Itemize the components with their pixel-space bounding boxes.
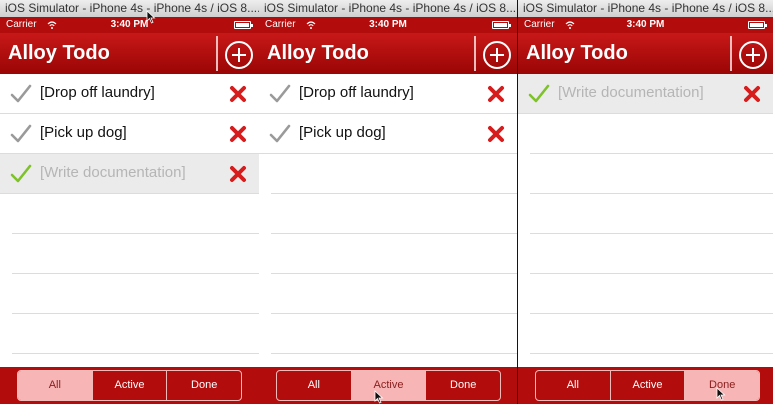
todo-row[interactable]: [Pick up dog] [259, 114, 517, 154]
filter-all-tab[interactable]: All [18, 371, 93, 400]
nav-bar: Alloy Todo [518, 33, 773, 75]
filter-active-tab[interactable]: Active [93, 371, 168, 400]
filter-segmented-control: All Active Done [535, 370, 760, 401]
battery-icon [748, 21, 767, 29]
empty-row [530, 314, 773, 354]
status-bar: Carrier 3:40 PM [518, 17, 773, 33]
status-time: 3:40 PM [626, 19, 665, 30]
filter-all-tab[interactable]: All [536, 371, 611, 400]
checkmark-icon[interactable] [528, 83, 550, 105]
simulator-panel: iOS Simulator - iPhone 4s - iPhone 4s / … [0, 0, 259, 404]
delete-icon[interactable] [229, 85, 247, 103]
nav-bar: Alloy Todo [0, 33, 259, 75]
nav-divider [474, 36, 476, 71]
filter-active-tab[interactable]: Active [351, 371, 427, 400]
todo-row[interactable]: [Drop off laundry] [259, 74, 517, 114]
empty-row [12, 274, 259, 314]
simulator-panel: iOS Simulator - iPhone 4s - iPhone 4s / … [259, 0, 517, 404]
todo-label: [Pick up dog] [40, 124, 127, 141]
nav-bar: Alloy Todo [259, 33, 517, 75]
window-title: iOS Simulator - iPhone 4s - iPhone 4s / … [523, 1, 773, 15]
empty-row [530, 114, 773, 154]
empty-row [271, 274, 517, 314]
empty-row [530, 274, 773, 314]
empty-row [12, 194, 259, 234]
add-todo-button[interactable] [225, 41, 253, 69]
checkmark-icon[interactable] [269, 83, 291, 105]
todo-row[interactable]: [Drop off laundry] [0, 74, 259, 114]
checkmark-icon[interactable] [10, 163, 32, 185]
filter-bar: All Active Done [518, 367, 773, 404]
todo-label: [Drop off laundry] [299, 84, 414, 101]
todo-row[interactable]: [Write documentation] [0, 154, 259, 194]
filter-bar: All Active Done [259, 367, 517, 404]
filter-active-tab[interactable]: Active [611, 371, 686, 400]
battery-icon [492, 21, 511, 29]
todo-label: [Pick up dog] [299, 124, 386, 141]
battery-icon [234, 21, 253, 29]
delete-icon[interactable] [487, 85, 505, 103]
empty-row [12, 234, 259, 274]
nav-divider [216, 36, 218, 71]
todo-list: [Drop off laundry] [Pick up dog] [Write do… [0, 74, 259, 394]
checkmark-icon[interactable] [269, 123, 291, 145]
mouse-cursor-icon [146, 10, 156, 24]
add-todo-button[interactable] [483, 41, 511, 69]
checkmark-icon[interactable] [10, 83, 32, 105]
mouse-cursor-icon [374, 390, 384, 404]
mouse-cursor-icon [716, 387, 726, 401]
status-bar: Carrier 3:40 PM [0, 17, 259, 33]
delete-icon[interactable] [229, 165, 247, 183]
app-title: Alloy Todo [267, 42, 369, 64]
filter-bar: All Active Done [0, 367, 259, 404]
todo-list: [Write documentation] [518, 74, 773, 394]
app-title: Alloy Todo [526, 42, 628, 64]
status-time: 3:40 PM [369, 19, 407, 30]
filter-done-tab[interactable]: Done [426, 371, 500, 400]
empty-row [530, 154, 773, 194]
empty-row [271, 154, 517, 194]
empty-row [271, 314, 517, 354]
app-title: Alloy Todo [8, 42, 110, 64]
status-time: 3:40 PM [110, 19, 149, 30]
delete-icon[interactable] [229, 125, 247, 143]
todo-label: [Write documentation] [558, 84, 704, 101]
empty-row [271, 194, 517, 234]
todo-row[interactable]: [Write documentation] [518, 74, 773, 114]
window-title-bar[interactable]: iOS Simulator - iPhone 4s - iPhone 4s / … [0, 0, 259, 18]
checkmark-icon[interactable] [10, 123, 32, 145]
empty-row [271, 234, 517, 274]
todo-list: [Drop off laundry] [Pick up dog] [259, 74, 517, 394]
status-bar: Carrier 3:40 PM [259, 17, 517, 33]
add-todo-button[interactable] [739, 41, 767, 69]
todo-label: [Drop off laundry] [40, 84, 155, 101]
todo-label: [Write documentation] [40, 164, 186, 181]
delete-icon[interactable] [487, 125, 505, 143]
filter-segmented-control: All Active Done [17, 370, 242, 401]
window-title-bar[interactable]: iOS Simulator - iPhone 4s - iPhone 4s / … [259, 0, 517, 18]
empty-row [12, 314, 259, 354]
filter-done-tab[interactable]: Done [167, 371, 241, 400]
todo-row[interactable]: [Pick up dog] [0, 114, 259, 154]
delete-icon[interactable] [743, 85, 761, 103]
empty-row [530, 234, 773, 274]
window-title: iOS Simulator - iPhone 4s - iPhone 4s / … [264, 1, 517, 15]
window-title-bar[interactable]: iOS Simulator - iPhone 4s - iPhone 4s / … [518, 0, 773, 18]
empty-row [530, 194, 773, 234]
nav-divider [730, 36, 732, 71]
filter-all-tab[interactable]: All [277, 371, 352, 400]
simulator-panel: iOS Simulator - iPhone 4s - iPhone 4s / … [518, 0, 773, 404]
filter-segmented-control: All Active Done [276, 370, 501, 401]
window-title: iOS Simulator - iPhone 4s - iPhone 4s / … [5, 1, 259, 15]
